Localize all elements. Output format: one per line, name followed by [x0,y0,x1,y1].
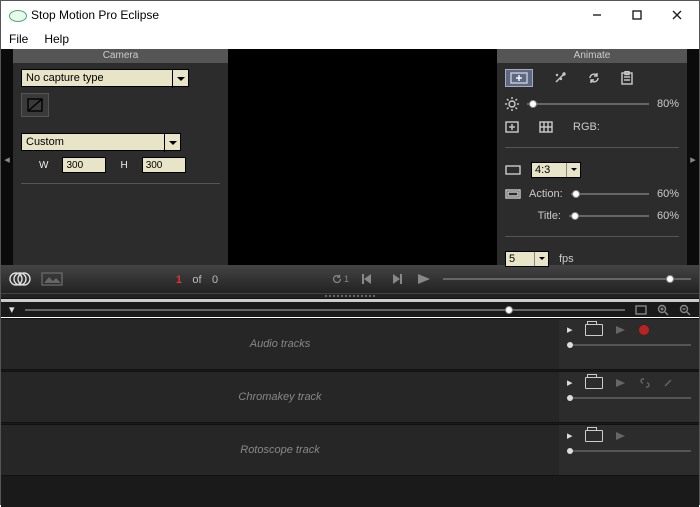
height-input[interactable] [142,157,186,173]
track-label: Chromakey track [1,372,559,422]
grid-icon[interactable] [539,121,553,133]
clipboard-icon[interactable] [621,71,633,85]
title-label: Title: [529,210,561,222]
fps-label: fps [559,253,574,265]
divider [505,147,679,148]
height-label: H [120,160,127,171]
play-track-icon[interactable] [615,431,627,441]
edit-icon[interactable] [663,378,673,388]
fit-icon[interactable] [635,305,647,315]
menu-help[interactable]: Help [40,30,73,48]
close-button[interactable] [657,2,697,28]
onion-skin-icon[interactable] [9,271,31,287]
chevron-down-icon [172,70,188,88]
of-label: of [192,274,201,286]
next-frame-button[interactable] [387,271,405,287]
folder-icon[interactable] [585,377,603,389]
width-input[interactable] [62,157,106,173]
minimize-button[interactable] [577,2,617,28]
track-header: ▾ [1,299,699,317]
menubar: File Help [1,29,699,49]
tracks-area: Audio tracks ▸ Chromakey track ▸ Roto [1,318,699,507]
workspace: ◂ Camera No capture type Custom W H [1,49,699,265]
play-track-icon[interactable] [615,378,627,388]
brightness-icon [505,97,519,111]
loop-button[interactable]: 1 [331,271,349,287]
exposure-button[interactable] [21,93,49,117]
landscape-icon[interactable] [41,272,63,286]
refresh-icon[interactable] [587,71,601,85]
track-slider[interactable] [567,344,691,346]
play-button[interactable] [415,271,433,287]
aspect-combo[interactable]: 4:3 [531,162,581,178]
aspect-icon [505,165,521,175]
zoom-in-icon[interactable] [657,304,669,316]
camera-header: Camera [13,49,228,63]
capture-type-value: No capture type [26,72,104,84]
preset-value: Custom [26,136,64,148]
audio-track-pane: ▸ [559,319,699,369]
wand-icon[interactable] [553,71,567,85]
title-slider[interactable] [569,215,649,217]
scrub-slider[interactable] [443,278,691,280]
zoom-out-icon[interactable] [679,304,691,316]
animate-panel: Animate 80% RGB: 4:3 [497,49,687,265]
app-icon [9,10,25,20]
fps-value: 5 [509,253,515,265]
divider [21,183,220,184]
frame-counter: 1 of 0 [73,270,321,288]
audio-track: Audio tracks ▸ [1,318,699,370]
preset-combo[interactable]: Custom [21,133,181,151]
fps-combo[interactable]: 5 [505,251,549,267]
play-track-icon[interactable] [615,325,627,335]
capture-type-combo[interactable]: No capture type [21,69,189,87]
width-label: W [39,160,48,171]
collapse-right-button[interactable]: ▸ [687,139,699,179]
expand-button[interactable]: ▸ [567,323,573,336]
maximize-button[interactable] [617,2,657,28]
action-slider[interactable] [571,193,649,195]
title-value: 60% [657,210,679,222]
expand-button[interactable]: ▸ [567,376,573,389]
aspect-value: 4:3 [535,164,550,176]
action-value: 60% [657,188,679,200]
add-frame-button[interactable] [505,69,533,87]
safe-area-icon [505,189,521,199]
collapse-tracks-button[interactable]: ▾ [9,303,15,316]
track-label: Rotoscope track [1,425,559,475]
divider [505,236,679,237]
preview-area [228,49,497,265]
link-icon[interactable] [639,378,651,388]
animate-header: Animate [497,49,687,63]
rgb-label: RGB: [573,121,600,133]
folder-icon[interactable] [585,324,603,336]
action-label: Action: [529,188,563,200]
collapse-left-button[interactable]: ◂ [1,139,13,179]
chevron-down-icon [164,134,180,152]
window-title: Stop Motion Pro Eclipse [31,8,577,22]
current-frame: 1 [176,274,182,286]
menu-file[interactable]: File [5,30,32,48]
opacity-slider[interactable] [527,103,649,105]
record-button[interactable] [639,325,649,335]
folder-icon[interactable] [585,430,603,442]
camera-panel: Camera No capture type Custom W H [13,49,228,265]
rotoscope-track: Rotoscope track ▸ [1,424,699,476]
track-label: Audio tracks [1,319,559,369]
chromakey-track: Chromakey track ▸ [1,371,699,423]
track-slider[interactable] [567,397,691,399]
expand-button[interactable]: ▸ [567,429,573,442]
opacity-value: 80% [657,98,679,110]
track-slider[interactable] [567,450,691,452]
titlebar: Stop Motion Pro Eclipse [1,1,699,29]
total-frames: 0 [212,274,218,286]
zoom-slider[interactable] [25,309,625,311]
add-guide-button[interactable] [505,121,519,133]
prev-frame-button[interactable] [359,271,377,287]
